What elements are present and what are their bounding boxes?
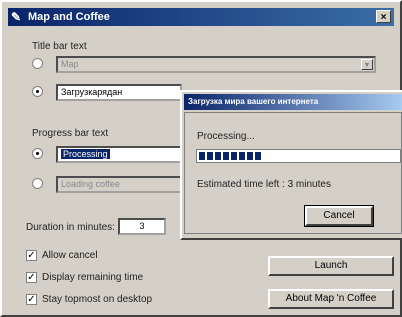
about-button[interactable]: About Map 'n Coffee [268,289,394,309]
progress-segment [199,152,205,160]
progress-option2-radio[interactable] [32,178,43,189]
progress-segment [231,152,237,160]
progress-dialog-body: Processing... Estimated time left : 3 mi… [184,112,402,234]
progress-segment [223,152,229,160]
progress-segment [215,152,221,160]
duration-label: Duration in minutes: [26,222,115,233]
app-icon: ✎ [11,10,22,24]
allow-cancel-label: Allow cancel [42,250,98,261]
progress-status-text: Processing... [197,131,255,142]
progress-segment [255,152,261,160]
duration-value: 3 [139,221,145,231]
title-bar-text-label: Title bar text [32,41,87,52]
progress-option2-input[interactable]: Loading coffee [56,176,182,193]
progress-estimate-text: Estimated time left : 3 minutes [197,179,331,190]
progress-dialog: Загрузка мира вашего интернета Processin… [180,90,402,240]
display-remaining-checkbox[interactable]: ✓ [26,272,37,283]
progress-segment [247,152,253,160]
progress-segment [239,152,245,160]
title-option2-value: Загрузкaрядан [61,87,123,97]
chevron-down-icon[interactable]: ▼ [361,59,373,70]
title-option2-input[interactable]: Загрузкaрядан [56,84,182,101]
title-option1-radio[interactable] [32,58,43,69]
progress-option2-value: Loading coffee [61,179,120,189]
cancel-button[interactable]: Cancel [304,205,374,227]
stay-topmost-checkbox[interactable]: ✓ [26,294,37,305]
title-option2-radio[interactable] [32,86,43,97]
progress-option1-input[interactable]: Processing [56,146,182,163]
main-window: ✎ Map and Coffee × Title bar text Map ▼ … [0,0,402,317]
window-title: Map and Coffee [28,11,110,23]
close-icon: × [380,12,387,23]
stay-topmost-label: Stay topmost on desktop [42,294,153,305]
progress-dialog-title[interactable]: Загрузка мира вашего интернета [184,94,402,110]
title-option1-value: Map [61,59,79,69]
progress-bar-text-label: Progress bar text [32,128,109,139]
display-remaining-label: Display remaining time [42,272,144,283]
progress-segment [207,152,213,160]
progress-option1-radio[interactable] [32,148,43,159]
launch-button[interactable]: Launch [268,256,394,276]
title-option1-combo[interactable]: Map ▼ [56,56,376,73]
progress-bar [196,149,401,163]
duration-input[interactable]: 3 [118,218,166,235]
allow-cancel-checkbox[interactable]: ✓ [26,250,37,261]
window-titlebar[interactable]: ✎ Map and Coffee × [8,8,394,26]
progress-option1-value: Processing [61,149,110,159]
close-button[interactable]: × [376,10,391,23]
